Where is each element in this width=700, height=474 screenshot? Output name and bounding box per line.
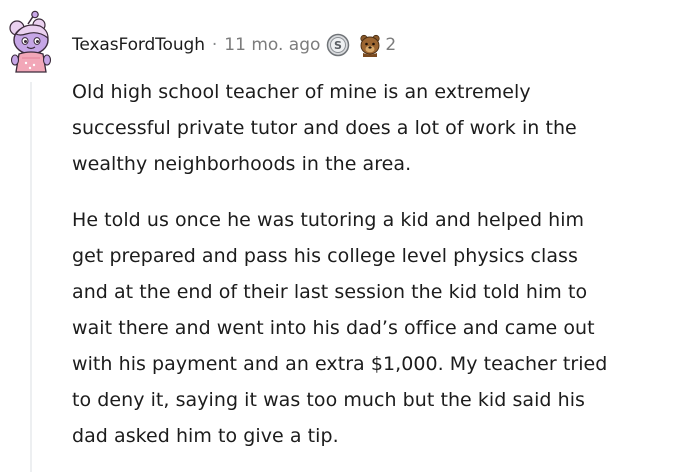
comment-text-line: dad asked him to give a tip.: [72, 425, 339, 447]
username-link[interactable]: TexasFordTough: [72, 35, 205, 55]
comment-text-line: and at the end of their last session the…: [72, 281, 588, 303]
award-count: 2: [385, 35, 397, 55]
comment-text-line: get prepared and pass his college level …: [72, 245, 578, 267]
comment-text-line: He told us once he was tutoring a kid an…: [72, 209, 585, 231]
comment-text-line: to deny it, saying it was too much but t…: [72, 389, 585, 411]
bear-award-icon[interactable]: [358, 33, 382, 57]
thread-collapse-line[interactable]: [30, 82, 32, 472]
comment: TexasFordTough · 11 mo. ago S 2 Old high…: [0, 0, 700, 472]
meta-separator: ·: [211, 35, 218, 55]
comment-text-line: successful private tutor and does a lot …: [72, 117, 577, 139]
comment-text-line: with his payment and an extra $1,000. My…: [72, 353, 608, 375]
comment-body: Old high school teacher of mine is an ex…: [72, 74, 700, 474]
comment-timestamp[interactable]: 11 mo. ago: [224, 35, 320, 55]
comment-header: TexasFordTough · 11 mo. ago S 2: [72, 33, 396, 57]
comment-text-line: Old high school teacher of mine is an ex…: [72, 81, 531, 103]
snoo-avatar-icon: [9, 10, 52, 73]
user-avatar[interactable]: [4, 10, 58, 74]
silver-award-icon[interactable]: S: [326, 33, 350, 57]
comment-text-line: wealthy neighborhoods in the area.: [72, 153, 412, 175]
comment-paragraph: He told us once he was tutoring a kid an…: [72, 202, 700, 454]
comment-paragraph: Old high school teacher of mine is an ex…: [72, 74, 700, 182]
svg-text:S: S: [334, 39, 342, 52]
comment-text-line: wait there and went into his dad’s offic…: [72, 317, 595, 339]
